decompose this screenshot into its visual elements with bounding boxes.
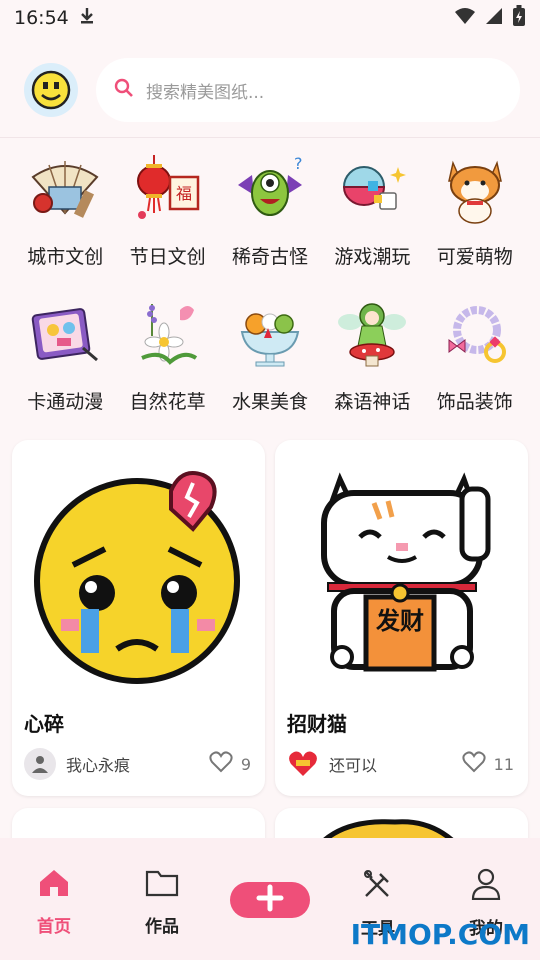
category-label: 稀奇古怪 bbox=[231, 246, 308, 268]
search-placeholder: 搜索精美图纸... bbox=[146, 82, 265, 103]
default-user-icon[interactable] bbox=[24, 748, 56, 780]
wifi-icon bbox=[454, 7, 476, 29]
author-name[interactable]: 还可以 bbox=[329, 752, 377, 776]
status-time: 16:54 bbox=[14, 7, 69, 29]
nav-works[interactable]: 作品 bbox=[108, 838, 216, 960]
svg-text:?: ? bbox=[294, 154, 303, 173]
watermark: ITMOP.COM bbox=[350, 918, 530, 951]
pattern-card[interactable]: 心碎 我心永痕 9 bbox=[12, 440, 265, 796]
svg-text:福: 福 bbox=[176, 184, 192, 203]
lantern-icon: 福 bbox=[129, 150, 207, 228]
category-food[interactable]: 水果美食 bbox=[219, 295, 321, 414]
monster-icon: ? bbox=[231, 150, 309, 228]
category-label: 森语神话 bbox=[334, 391, 411, 413]
category-label: 饰品装饰 bbox=[436, 391, 513, 413]
category-festival[interactable]: 福 节日文创 bbox=[116, 150, 218, 269]
card-meta: 还可以 11 bbox=[287, 748, 514, 780]
category-label: 水果美食 bbox=[231, 391, 308, 413]
plus-icon bbox=[256, 884, 284, 916]
category-label: 可爱萌物 bbox=[436, 246, 513, 268]
shiba-icon bbox=[436, 150, 514, 228]
lucky-cat-art: 发财 bbox=[275, 440, 528, 702]
category-myth[interactable]: 森语神话 bbox=[321, 295, 423, 414]
category-cute[interactable]: 可爱萌物 bbox=[424, 150, 526, 269]
category-label: 卡通动漫 bbox=[27, 391, 104, 413]
nav-create[interactable] bbox=[216, 838, 324, 960]
like-button[interactable]: 9 bbox=[209, 751, 251, 777]
smiley-logo-icon[interactable] bbox=[24, 63, 78, 117]
category-label: 节日文创 bbox=[129, 246, 206, 268]
gacha-icon bbox=[333, 150, 411, 228]
card-title: 心碎 bbox=[24, 712, 64, 736]
pattern-card[interactable]: 发财 招财猫 还可以 11 bbox=[275, 440, 528, 796]
lucky-cat-sign-top: 发财 bbox=[375, 607, 424, 635]
like-button[interactable]: 11 bbox=[462, 751, 514, 777]
download-icon bbox=[79, 7, 95, 29]
fruit-parfait-icon bbox=[231, 295, 309, 373]
fairy-icon bbox=[333, 295, 411, 373]
header-divider bbox=[0, 137, 540, 138]
category-grid: 城市文创 福 节日文创 ? 稀奇古怪 游戏潮玩 可爱萌物 卡通动漫 自然花草 水… bbox=[14, 150, 526, 414]
heart-icon bbox=[462, 751, 486, 777]
category-label: 城市文创 bbox=[27, 246, 104, 268]
crying-emoji-art bbox=[12, 440, 265, 702]
heart-icon bbox=[209, 751, 233, 777]
create-button[interactable] bbox=[230, 882, 310, 918]
like-count: 11 bbox=[493, 754, 514, 774]
tools-icon bbox=[362, 868, 394, 904]
cartoon-book-icon bbox=[26, 295, 104, 373]
card-title: 招财猫 bbox=[287, 712, 347, 736]
heart-avatar-icon[interactable] bbox=[287, 748, 319, 780]
pattern-feed: 心碎 我心永痕 9 发财 招财猫 还可以 11 bbox=[12, 440, 528, 868]
category-games[interactable]: 游戏潮玩 bbox=[321, 150, 423, 269]
signal-icon bbox=[484, 7, 504, 29]
nav-works-label: 作品 bbox=[145, 917, 179, 937]
battery-icon bbox=[512, 5, 526, 31]
header: 搜索精美图纸... bbox=[0, 52, 540, 128]
category-label: 游戏潮玩 bbox=[334, 246, 411, 268]
category-anime[interactable]: 卡通动漫 bbox=[14, 295, 116, 414]
category-label: 自然花草 bbox=[129, 391, 206, 413]
folding-fan-icon bbox=[26, 150, 104, 228]
folder-icon bbox=[145, 868, 179, 902]
bracelet-icon bbox=[436, 295, 514, 373]
author-name[interactable]: 我心永痕 bbox=[66, 752, 130, 776]
nav-home[interactable]: 首页 bbox=[0, 838, 108, 960]
like-count: 9 bbox=[240, 754, 251, 774]
category-accessories[interactable]: 饰品装饰 bbox=[424, 295, 526, 414]
home-icon bbox=[38, 868, 70, 902]
card-meta: 我心永痕 9 bbox=[24, 748, 251, 780]
user-icon bbox=[471, 868, 501, 904]
status-bar: 16:54 bbox=[0, 0, 540, 36]
search-input[interactable]: 搜索精美图纸... bbox=[96, 58, 520, 122]
category-nature[interactable]: 自然花草 bbox=[116, 295, 218, 414]
search-icon bbox=[114, 78, 134, 102]
flower-icon bbox=[129, 295, 207, 373]
nav-home-label: 首页 bbox=[37, 917, 71, 937]
category-city-culture[interactable]: 城市文创 bbox=[14, 150, 116, 269]
category-weird[interactable]: ? 稀奇古怪 bbox=[219, 150, 321, 269]
